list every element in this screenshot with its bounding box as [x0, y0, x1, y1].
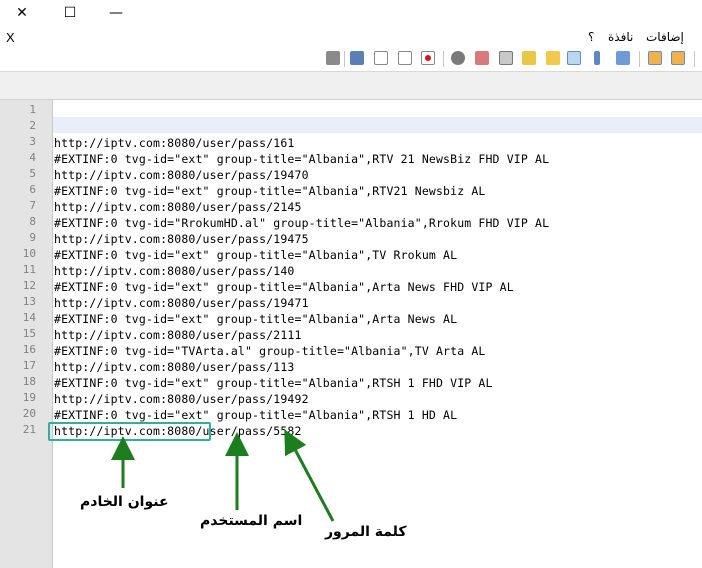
username-label: اسم المستخدم	[200, 513, 303, 529]
server-address-label: عنوان الخادم	[80, 494, 169, 510]
annotation-arrows	[111, 429, 335, 522]
password-arrow	[284, 429, 335, 522]
password-label: كلمة المرور	[325, 524, 407, 540]
